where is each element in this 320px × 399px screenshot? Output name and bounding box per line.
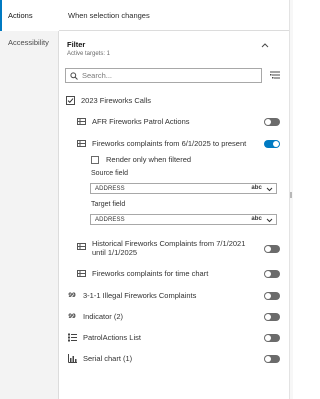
target-field-select[interactable]: ADDRESS abc — [90, 214, 277, 225]
target-field-value: ADDRESS — [95, 216, 125, 223]
widget-row[interactable]: PatrolActions List — [67, 333, 141, 342]
filter-panel: Filter Active targets: 1 2023 Fireworks … — [59, 31, 289, 399]
layer-label: Fireworks complaints for time chart — [92, 269, 209, 278]
layer-toggle[interactable] — [264, 270, 280, 278]
source-field-label: Source field — [91, 170, 128, 177]
target-field-label: Target field — [91, 201, 126, 208]
layer-toggle[interactable] — [264, 118, 280, 126]
layer-icon — [77, 269, 86, 278]
filter-title: Filter — [67, 40, 86, 49]
widget-toggle[interactable] — [264, 355, 280, 363]
list-icon — [67, 333, 77, 342]
widget-toggle[interactable] — [264, 334, 280, 342]
render-filtered-row[interactable]: Render only when filtered — [91, 155, 191, 164]
widget-label: Indicator (2) — [83, 312, 124, 321]
layer-label: Historical Fireworks Complaints from 7/1… — [92, 239, 246, 248]
layer-row[interactable]: Historical Fireworks Complaints from 7/1… — [77, 239, 245, 257]
widget-toggle[interactable] — [264, 292, 280, 300]
group-checkbox[interactable] — [66, 96, 75, 105]
layer-toggle[interactable] — [264, 245, 280, 253]
tab-actions[interactable]: Actions — [0, 0, 59, 31]
render-filtered-label: Render only when filtered — [106, 155, 192, 164]
widget-row[interactable]: Serial chart (1) — [67, 354, 132, 363]
search-box — [65, 68, 262, 83]
tab-accessibility[interactable]: Accessibility — [0, 31, 58, 53]
chevron-down-icon — [266, 187, 273, 192]
string-type-icon: abc — [251, 185, 262, 191]
widget-toggle[interactable] — [264, 313, 280, 321]
layer-label: Fireworks complaints from 6/1/2025 to pr… — [92, 139, 247, 148]
chevron-up-icon[interactable] — [260, 41, 270, 49]
render-filtered-checkbox[interactable] — [91, 155, 99, 164]
widget-label: Serial chart (1) — [83, 354, 133, 363]
group-row: 2023 Fireworks Calls — [66, 96, 151, 105]
layer-icon — [77, 117, 86, 126]
filter-options-icon[interactable] — [268, 69, 281, 82]
layer-row[interactable]: AFR Fireworks Patrol Actions — [77, 117, 190, 126]
panel-header: When selection changes — [59, 0, 289, 31]
search-icon — [66, 69, 82, 82]
search-input[interactable] — [82, 70, 252, 81]
widget-row[interactable]: 99 Indicator (2) — [67, 312, 123, 321]
layer-label: AFR Fireworks Patrol Actions — [92, 117, 190, 126]
string-type-icon: abc — [251, 216, 262, 222]
layer-label-block: Historical Fireworks Complaints from 7/1… — [92, 239, 245, 257]
chevron-down-icon — [266, 218, 273, 223]
layer-row[interactable]: Fireworks complaints from 6/1/2025 to pr… — [77, 139, 246, 148]
indicator-icon: 99 — [68, 313, 76, 320]
layer-label-continued: until 1/1/2025 — [92, 248, 138, 257]
layer-toggle-on[interactable] — [264, 140, 280, 148]
header-title: When selection changes — [68, 10, 150, 20]
resize-grip-icon[interactable] — [290, 192, 292, 198]
widget-row[interactable]: 99 3-1-1 Illegal Fireworks Complaints — [67, 291, 196, 300]
source-field-select[interactable]: ADDRESS abc — [90, 183, 277, 194]
chart-icon — [67, 354, 77, 363]
active-targets-count: Active targets: 1 — [67, 51, 111, 57]
group-label: 2023 Fireworks Calls — [81, 96, 152, 105]
layer-icon — [77, 242, 86, 251]
panel-resize-edge[interactable] — [289, 0, 293, 399]
widget-label: PatrolActions List — [83, 333, 141, 342]
layer-icon — [77, 139, 86, 148]
side-tab-rail: Actions Accessibility — [0, 0, 59, 399]
layer-row[interactable]: Fireworks complaints for time chart — [77, 269, 208, 278]
widget-label: 3-1-1 Illegal Fireworks Complaints — [83, 291, 197, 300]
counter-icon: 99 — [68, 292, 76, 299]
source-field-value: ADDRESS — [95, 185, 125, 192]
